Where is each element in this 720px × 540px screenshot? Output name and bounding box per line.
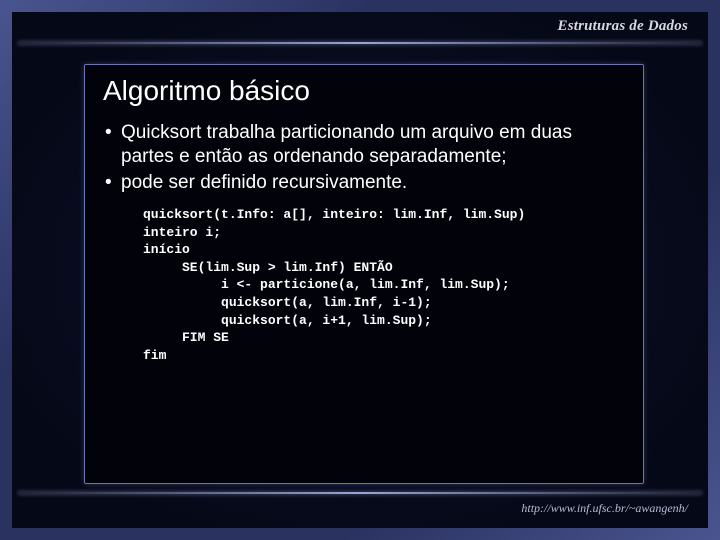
- slide-title: Algoritmo básico: [103, 75, 625, 107]
- course-title: Estruturas de Dados: [557, 18, 688, 35]
- footer-divider: [18, 492, 702, 494]
- bullet-item: pode ser definido recursivamente.: [121, 171, 625, 195]
- content-card: Algoritmo básico Quicksort trabalha part…: [84, 64, 644, 484]
- bullet-item: Quicksort trabalha particionando um arqu…: [121, 121, 625, 169]
- header-divider: [18, 42, 702, 44]
- slide-frame: Estruturas de Dados Algoritmo básico Qui…: [0, 0, 720, 540]
- pseudocode-block: quicksort(t.Info: a[], inteiro: lim.Inf,…: [103, 206, 625, 364]
- footer-url: http://www.inf.ufsc.br/~awangenh/: [521, 501, 688, 516]
- bullet-list: Quicksort trabalha particionando um arqu…: [103, 121, 625, 194]
